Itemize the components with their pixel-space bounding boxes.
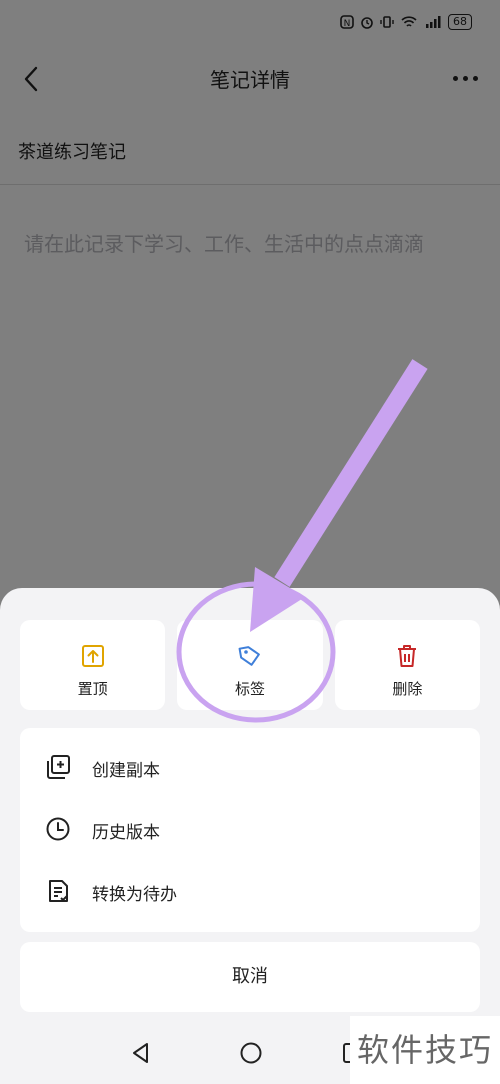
pin-top-icon (81, 645, 104, 667)
delete-label: 删除 (392, 680, 423, 698)
pin-top-label: 置顶 (77, 680, 108, 698)
menu-item-label: 历史版本 (92, 823, 160, 843)
pin-top-button[interactable]: 置顶 (20, 620, 166, 710)
delete-button[interactable]: 删除 (334, 620, 480, 710)
quick-actions-row: 置顶 标签 删除 (20, 620, 480, 710)
tag-label: 标签 (234, 680, 265, 698)
tag-button[interactable]: 标签 (177, 620, 323, 710)
menu-item-history[interactable]: 历史版本 (20, 798, 480, 860)
todo-list-icon (49, 880, 68, 902)
triangle-back-icon[interactable] (128, 1040, 154, 1066)
menu-item-convert-todo[interactable]: 转换为待办 (20, 860, 480, 922)
cancel-button[interactable]: 取消 (20, 942, 480, 1012)
clock-icon (46, 817, 70, 841)
copy-icon (47, 755, 70, 779)
bottom-action-sheet: 置顶 标签 删除 创建副本 历史版本 转换为待办 取消 (0, 588, 500, 1084)
menu-item-create-copy[interactable]: 创建副本 (20, 736, 480, 798)
menu-item-label: 转换为待办 (92, 885, 177, 905)
watermark: 软件技巧 (350, 1016, 500, 1084)
menu-list: 创建副本 历史版本 转换为待办 (20, 728, 480, 932)
circle-home-icon[interactable] (238, 1040, 264, 1066)
trash-icon (398, 645, 417, 667)
menu-item-label: 创建副本 (92, 761, 160, 781)
tag-icon (238, 646, 260, 666)
